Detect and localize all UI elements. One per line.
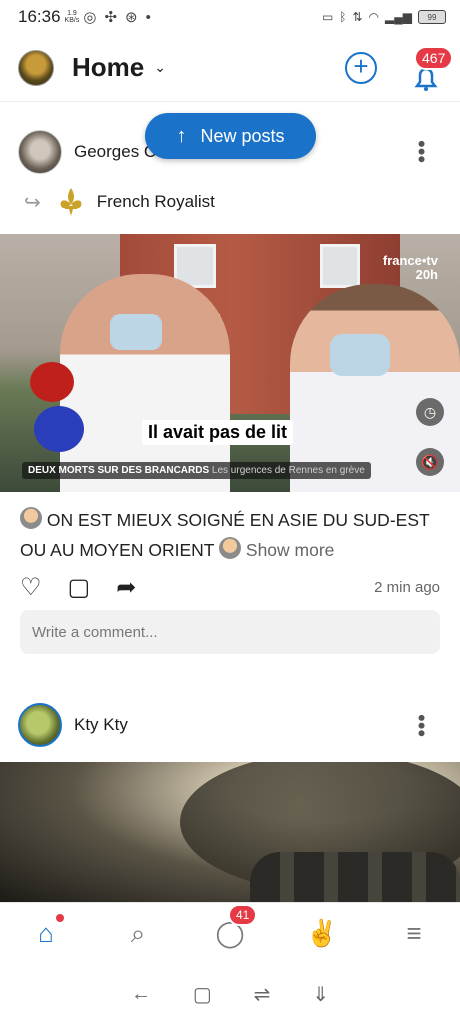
author-avatar[interactable] — [18, 703, 62, 747]
person-left — [60, 274, 230, 492]
post-header: Kty Kty — [18, 703, 128, 747]
signal-icon: ▂▄▆ — [385, 10, 412, 24]
new-posts-button[interactable]: ↑ New posts — [145, 113, 316, 159]
author-avatar[interactable] — [18, 130, 62, 174]
data-icon: ⇅ — [352, 10, 363, 24]
nav-home[interactable]: ⌂ — [26, 914, 66, 949]
back-icon[interactable]: ← — [131, 983, 151, 1006]
post-time: 2 min ago — [374, 578, 440, 596]
video-headline: DEUX MORTS SUR DES BRANCARDS Les urgence… — [22, 462, 371, 479]
mute-icon[interactable]: 🔇 — [416, 448, 444, 476]
video-caption: Il avait pas de lit — [142, 420, 294, 445]
nav-reactions[interactable]: ✌ — [302, 918, 342, 949]
show-more-link[interactable]: Show more — [246, 540, 335, 560]
more-options-icon[interactable]: ••• — [408, 714, 434, 737]
app-header: Home ⌄ + 467 — [0, 34, 460, 102]
shrug-emoji-icon — [20, 507, 42, 529]
system-navigation: ← ▢ ⇌ ⇓ — [0, 964, 460, 1024]
profile-avatar[interactable] — [18, 49, 54, 86]
share-icon[interactable]: ➦ — [116, 573, 136, 602]
app-icon: ✣ — [104, 9, 118, 26]
recents-icon[interactable]: ⇌ — [254, 982, 271, 1007]
author-name[interactable]: Georges C — [74, 142, 156, 162]
home-square-icon[interactable]: ▢ — [193, 982, 212, 1007]
status-bar: 16:36 1.9 KB/s ◎ ✣ ⊛ • ▭ ᛒ ⇅ ◠ ▂▄▆ 99 — [0, 0, 460, 34]
group-name[interactable]: French Royalist — [97, 192, 215, 212]
battery-icon: 99 — [418, 10, 446, 24]
post-video[interactable]: france•tv 20h Il avait pas de lit DEUX M… — [0, 234, 460, 492]
post-text: ON EST MIEUX SOIGNÉ EN ASIE DU SUD-EST O… — [20, 505, 440, 565]
post-actions: ♡ ▢ ➦ 2 min ago — [20, 572, 440, 602]
create-post-button[interactable]: + — [345, 52, 377, 84]
system-icons: ▭ ᛒ ⇅ ◠ ▂▄▆ 99 — [322, 10, 446, 24]
author-name[interactable]: Kty Kty — [74, 715, 128, 735]
shrug-emoji-icon — [219, 537, 242, 559]
arrow-up-icon: ↑ — [176, 124, 187, 147]
whatsapp-icon: ◎ — [83, 9, 97, 26]
new-posts-label: New posts — [200, 125, 285, 146]
messages-badge: 41 — [228, 904, 258, 926]
vpn-icon: ⊛ — [125, 9, 138, 26]
notification-icons: ◎ ✣ ⊛ • — [83, 8, 151, 27]
notification-badge: 467 — [414, 46, 454, 70]
microphone — [34, 406, 84, 452]
notification-dot — [56, 914, 64, 922]
more-dot-icon: • — [145, 8, 151, 26]
more-options-icon[interactable]: ••• — [408, 140, 434, 163]
shared-to-row: ↪ French Royalist — [24, 186, 215, 218]
notification-pull-icon[interactable]: ⇓ — [312, 982, 329, 1007]
nav-messages[interactable]: ◯ 41 — [210, 904, 258, 949]
tv-brand: france•tv 20h — [382, 253, 438, 282]
bottom-navigation: ⌂ ⌕ ◯ 41 ✌ ≡ — [0, 902, 460, 964]
network-speed: 1.9 KB/s — [64, 10, 80, 24]
nav-menu[interactable]: ≡ — [394, 918, 434, 949]
microphone — [30, 362, 74, 402]
page-title[interactable]: Home — [72, 52, 144, 83]
post-header: Georges C — [18, 130, 156, 174]
share-arrow-icon: ↪ — [24, 191, 41, 214]
hamburger-menu-icon: ≡ — [406, 918, 422, 948]
hand-icon: ✌ — [305, 918, 339, 948]
cast-icon: ▭ — [321, 10, 334, 24]
post-image[interactable] — [0, 762, 460, 902]
search-icon: ⌕ — [130, 917, 146, 948]
nav-search[interactable]: ⌕ — [118, 918, 158, 950]
home-icon: ⌂ — [38, 918, 54, 948]
bluetooth-icon: ᛒ — [339, 10, 347, 24]
fleur-de-lis-icon[interactable] — [57, 186, 85, 218]
status-time: 16:36 — [18, 7, 61, 26]
comment-icon[interactable]: ▢ — [68, 573, 91, 602]
notifications-button[interactable]: 467 — [408, 46, 454, 91]
comment-input[interactable] — [20, 610, 440, 654]
wifi-icon: ◠ — [368, 10, 380, 24]
clock-icon[interactable]: ◷ — [416, 398, 444, 426]
chevron-down-icon[interactable]: ⌄ — [154, 59, 166, 76]
heart-icon[interactable]: ♡ — [20, 573, 42, 602]
